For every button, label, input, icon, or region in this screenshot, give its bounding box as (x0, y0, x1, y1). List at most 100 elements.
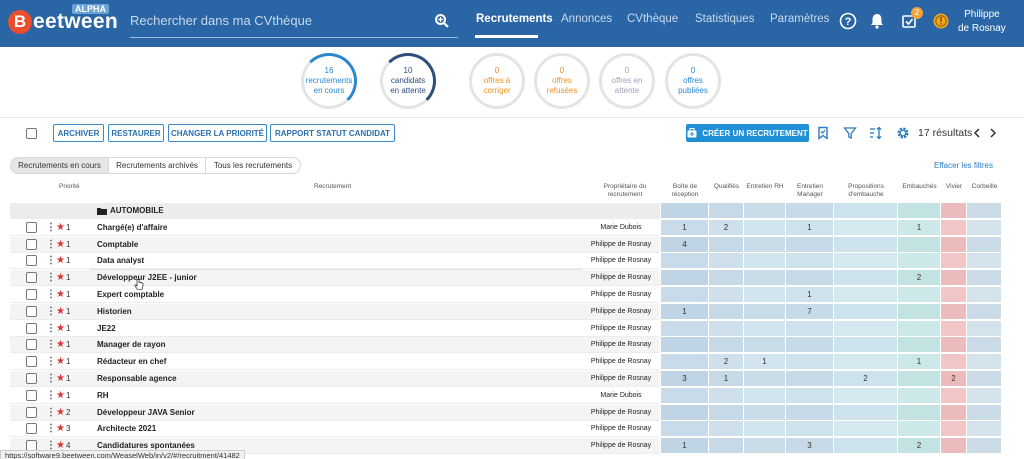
row-checkbox[interactable] (26, 389, 37, 401)
row-menu-icon[interactable]: ⋮ (46, 421, 56, 437)
search-input[interactable]: Rechercher dans ma CVthèque (130, 13, 312, 28)
stage-count-cell[interactable]: 1 (786, 219, 834, 236)
stat-circle[interactable]: 0 offres en attente (599, 53, 655, 109)
row-checkbox[interactable] (26, 238, 37, 250)
recruitment-name-link[interactable]: Rédacteur en chef (97, 354, 166, 370)
row-menu-icon[interactable]: ⋮ (46, 220, 56, 236)
row-checkbox[interactable] (26, 272, 37, 284)
recruitment-name-link[interactable]: Expert comptable (97, 287, 164, 303)
stage-count-cell[interactable]: 1 (786, 287, 834, 303)
row-menu-icon[interactable]: ⋮ (46, 405, 56, 421)
priority-star-icon[interactable]: ★ (56, 388, 65, 404)
change-priority-button[interactable]: CHANGER LA PRIORITÉ (168, 124, 267, 142)
tab-recrutements-archives[interactable]: Recrutements archivés (108, 157, 206, 174)
stage-count-cell[interactable]: 1 (744, 354, 786, 371)
row-menu-icon[interactable]: ⋮ (46, 270, 56, 286)
priority-star-icon[interactable]: ★ (56, 371, 65, 387)
bell-icon[interactable] (868, 12, 886, 30)
stage-count-cell[interactable]: 1 (661, 438, 709, 455)
priority-star-icon[interactable]: ★ (56, 354, 65, 370)
stage-count-cell[interactable]: 7 (786, 303, 834, 320)
user-menu[interactable]: Philippe de Rosnay (958, 8, 1006, 36)
nav-cvtheque[interactable]: CVthèque (627, 13, 678, 25)
column-header-priority[interactable]: Priorité (59, 183, 80, 191)
row-menu-icon[interactable]: ⋮ (46, 371, 56, 387)
bookmark-icon[interactable] (816, 126, 830, 140)
stage-count-cell[interactable]: 1 (709, 371, 744, 387)
tab-tous-les-recrutements[interactable]: Tous les recrutements (205, 157, 301, 174)
row-checkbox[interactable] (26, 289, 37, 300)
filter-icon[interactable] (843, 126, 857, 140)
priority-star-icon[interactable]: ★ (56, 220, 65, 236)
recruitment-name-link[interactable]: Architecte 2021 (97, 421, 156, 437)
column-header-stage[interactable]: Qualifiés (709, 183, 744, 191)
stage-count-cell[interactable]: 1 (898, 354, 941, 371)
column-header-owner[interactable]: Propriétaire du recrutement (592, 183, 658, 199)
column-header-stage[interactable]: Entretien Manager (786, 183, 834, 199)
priority-star-icon[interactable]: ★ (56, 321, 65, 337)
priority-star-icon[interactable]: ★ (56, 405, 65, 421)
column-header-recruitment[interactable]: Recrutement (314, 183, 351, 191)
row-menu-icon[interactable]: ⋮ (46, 388, 56, 404)
stage-count-cell[interactable]: 3 (661, 371, 709, 387)
tab-recrutements-en-cours[interactable]: Recrutements en cours (10, 157, 109, 174)
recruitment-name-link[interactable]: Historien (97, 304, 132, 320)
create-recruitment-button[interactable]: CRÉER UN RECRUTEMENT (686, 124, 809, 142)
stat-circle[interactable]: 0 offres publiées (665, 53, 721, 109)
row-checkbox[interactable] (26, 255, 37, 267)
row-checkbox[interactable] (26, 356, 37, 368)
stat-circle[interactable]: 0 offres à corriger (469, 53, 525, 109)
recruitment-name-link[interactable]: Data analyst (97, 253, 144, 269)
stat-circle[interactable]: 10 candidats en attente (380, 53, 436, 109)
row-checkbox[interactable] (26, 305, 37, 317)
stage-count-cell[interactable]: 2 (709, 354, 744, 371)
stage-count-cell[interactable]: 2 (834, 371, 898, 387)
row-checkbox[interactable] (26, 322, 37, 334)
column-header-stage[interactable]: Propositions d'embauche (834, 183, 898, 199)
priority-star-icon[interactable]: ★ (56, 270, 65, 286)
priority-star-icon[interactable]: ★ (56, 337, 65, 353)
stat-circle[interactable]: 0 offres refusées (534, 53, 590, 109)
row-checkbox[interactable] (26, 423, 37, 435)
column-header-stage[interactable]: Vivier (941, 183, 967, 191)
nav-annonces[interactable]: Annonces (561, 13, 612, 25)
stage-count-cell[interactable]: 1 (661, 219, 709, 236)
stage-count-cell[interactable]: 3 (786, 438, 834, 455)
stage-count-cell[interactable]: 2 (709, 219, 744, 236)
nav-recrutements[interactable]: Recrutements (476, 13, 553, 25)
row-menu-icon[interactable]: ⋮ (46, 237, 56, 253)
candidate-status-report-button[interactable]: RAPPORT STATUT CANDIDAT (270, 124, 395, 142)
row-menu-icon[interactable]: ⋮ (46, 287, 56, 303)
beetween-logo[interactable]: B eetween ALPHA (8, 4, 118, 37)
nav-statistiques[interactable]: Statistiques (695, 13, 754, 25)
help-icon[interactable]: ? (839, 12, 857, 30)
search-icon[interactable] (434, 13, 450, 29)
row-checkbox[interactable] (26, 339, 37, 351)
select-all-checkbox[interactable] (26, 128, 37, 139)
recruitment-name-link[interactable]: Manager de rayon (97, 337, 165, 353)
chevron-left-icon[interactable] (972, 126, 982, 140)
row-checkbox[interactable] (26, 406, 37, 418)
stage-count-cell[interactable]: 1 (898, 219, 941, 236)
search-bar[interactable]: Rechercher dans ma CVthèque (130, 10, 458, 38)
row-menu-icon[interactable]: ⋮ (46, 253, 56, 269)
recruitment-name-link[interactable]: Responsable agence (97, 371, 177, 387)
row-menu-icon[interactable]: ⋮ (46, 337, 56, 353)
recruitment-name-link[interactable]: Chargé(e) d'affaire (97, 220, 167, 236)
stage-count-cell[interactable]: 2 (898, 270, 941, 287)
row-menu-icon[interactable]: ⋮ (46, 354, 56, 370)
column-header-stage[interactable]: Embauchés (898, 183, 941, 191)
nav-parametres[interactable]: Paramètres (770, 13, 829, 25)
chevron-right-icon[interactable] (988, 126, 998, 140)
stage-count-cell[interactable]: 4 (661, 236, 709, 253)
stat-circle[interactable]: 16 recrutements en cours (301, 53, 357, 109)
recruitment-name-link[interactable]: Développeur JAVA Senior (97, 405, 195, 421)
recruitment-name-link[interactable]: RH (97, 388, 109, 404)
priority-star-icon[interactable]: ★ (56, 237, 65, 253)
priority-star-icon[interactable]: ★ (56, 287, 65, 303)
row-menu-icon[interactable]: ⋮ (46, 304, 56, 320)
column-header-stage[interactable]: Entretien RH (744, 183, 786, 191)
priority-star-icon[interactable]: ★ (56, 253, 65, 269)
column-header-stage[interactable]: Corbeille (967, 183, 1002, 191)
row-checkbox[interactable] (26, 221, 37, 233)
